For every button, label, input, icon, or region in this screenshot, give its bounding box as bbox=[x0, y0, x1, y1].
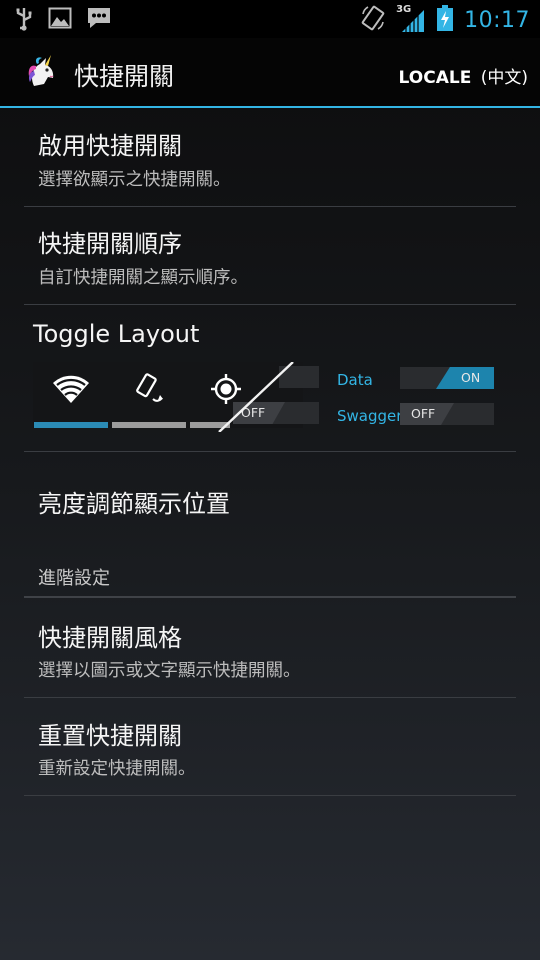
category-header: 進階設定 bbox=[38, 568, 110, 589]
data-switch: ON bbox=[400, 367, 494, 389]
chat-icon bbox=[86, 6, 112, 36]
reset-toggles-setting[interactable]: 重置快捷開關 重新設定快捷開關。 bbox=[24, 698, 516, 795]
setting-summary: 重新設定快捷開關。 bbox=[38, 759, 196, 779]
toggle-layout-title: Toggle Layout bbox=[33, 320, 200, 348]
switch-state-text: ON bbox=[461, 370, 481, 385]
locale-label: LOCALE bbox=[398, 68, 472, 88]
setting-summary: 選擇欲顯示之快捷開關。 bbox=[38, 170, 231, 190]
usb-icon bbox=[14, 6, 34, 36]
divider bbox=[24, 795, 516, 796]
rotation-icon bbox=[360, 4, 386, 36]
enable-toggles-setting[interactable]: 啟用快捷開關 選擇欲顯示之快捷開關。 bbox=[24, 110, 516, 206]
brightness-position-setting[interactable]: 亮度調節顯示位置 bbox=[24, 452, 516, 548]
swagger-switch: OFF bbox=[400, 403, 494, 425]
setting-title: 快捷開關順序 bbox=[38, 230, 182, 258]
divider bbox=[24, 304, 516, 305]
toggle-order-setting[interactable]: 快捷開關順序 自訂快捷開關之顯示順序。 bbox=[24, 207, 516, 304]
image-icon bbox=[48, 6, 72, 36]
locale-button[interactable]: LOCALE (中文) bbox=[399, 63, 528, 88]
setting-title: 重置快捷開關 bbox=[38, 722, 182, 750]
locale-value: 中文 bbox=[487, 68, 522, 88]
unicorn-icon[interactable] bbox=[24, 54, 60, 94]
app-title: 快捷開關 bbox=[74, 62, 175, 91]
toggle-layout-preview[interactable]: OFF Data ON Swagger OFF bbox=[33, 362, 495, 432]
toggle-style-setting[interactable]: 快捷開關風格 選擇以圖示或文字顯示快捷開關。 bbox=[24, 598, 516, 697]
clock: 10:17 bbox=[464, 7, 530, 33]
setting-title: 啟用快捷開關 bbox=[38, 132, 182, 160]
locale-paren-close: ) bbox=[521, 68, 528, 88]
setting-title: 亮度調節顯示位置 bbox=[38, 490, 230, 518]
status-bar: 3G 10:17 bbox=[0, 0, 540, 38]
action-bar: 快捷開關 LOCALE (中文) bbox=[0, 38, 540, 108]
swagger-switch-label: Swagger bbox=[337, 407, 403, 425]
data-switch-label: Data bbox=[337, 371, 373, 389]
setting-summary: 自訂快捷開關之顯示順序。 bbox=[38, 268, 248, 288]
switch-state-text: OFF bbox=[411, 406, 436, 421]
setting-summary: 選擇以圖示或文字顯示快捷開關。 bbox=[38, 661, 301, 681]
battery-charging-icon bbox=[436, 4, 454, 36]
signal-icon: 3G bbox=[396, 4, 426, 34]
setting-title: 快捷開關風格 bbox=[38, 624, 182, 652]
